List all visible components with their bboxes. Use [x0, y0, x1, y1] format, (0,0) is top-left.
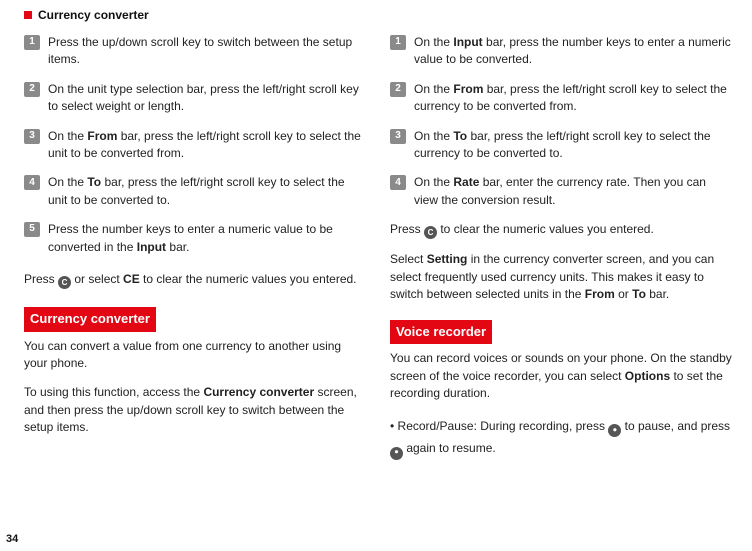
- text-bold: To: [632, 287, 646, 301]
- text-run: To using this function, access the: [24, 385, 203, 399]
- clear-paragraph: Press C to clear the numeric values you …: [390, 221, 732, 239]
- step-number-icon: 5: [24, 222, 40, 237]
- step-number-icon: 1: [390, 35, 406, 50]
- step-text: On the To bar, press the left/right scro…: [414, 128, 732, 163]
- page-number: 34: [6, 533, 18, 545]
- left-column: 1 Press the up/down scroll key to switch…: [24, 34, 366, 472]
- section-paragraph: You can convert a value from one currenc…: [24, 338, 366, 373]
- step-number-icon: 1: [24, 35, 40, 50]
- step-item: 3 On the From bar, press the left/right …: [24, 128, 366, 163]
- header-title: Currency converter: [38, 8, 149, 22]
- step-text: On the To bar, press the left/right scro…: [48, 174, 366, 209]
- step-number-icon: 2: [390, 82, 406, 97]
- step-number-icon: 4: [24, 175, 40, 190]
- record-key-icon: ⏺: [390, 447, 403, 460]
- section-paragraph: To using this function, access the Curre…: [24, 384, 366, 436]
- text-run: Press: [24, 272, 58, 286]
- text-run: On the: [414, 175, 453, 189]
- text-run: bar.: [166, 240, 189, 254]
- step-item: 5 Press the number keys to enter a numer…: [24, 221, 366, 256]
- step-text: On the unit type selection bar, press th…: [48, 81, 366, 116]
- text-bold: Setting: [427, 252, 468, 266]
- text-run: On the: [414, 129, 453, 143]
- columns: 1 Press the up/down scroll key to switch…: [24, 34, 732, 472]
- step-number-icon: 3: [24, 129, 40, 144]
- header-square-icon: [24, 11, 32, 19]
- text-run: again to resume.: [403, 441, 496, 455]
- step-item: 4 On the Rate bar, enter the currency ra…: [390, 174, 732, 209]
- section-heading-currency-converter: Currency converter: [24, 307, 156, 332]
- text-bold: Rate: [453, 175, 479, 189]
- step-text: On the From bar, press the left/right sc…: [414, 81, 732, 116]
- clear-paragraph: Press C or select CE to clear the numeri…: [24, 268, 366, 291]
- text-bold: Input: [137, 240, 166, 254]
- clear-key-icon: C: [58, 276, 71, 289]
- step-text: Press the number keys to enter a numeric…: [48, 221, 366, 256]
- step-item: 2 On the unit type selection bar, press …: [24, 81, 366, 116]
- clear-key-icon: C: [424, 226, 437, 239]
- setting-paragraph: Select Setting in the currency converter…: [390, 251, 732, 303]
- step-number-icon: 3: [390, 129, 406, 144]
- text-run: Press: [390, 222, 424, 236]
- text-run: Press the number keys to enter a numeric…: [48, 222, 333, 253]
- step-number-icon: 4: [390, 175, 406, 190]
- record-key-icon: ⏺: [608, 424, 621, 437]
- text-bold: CE: [123, 272, 140, 286]
- step-text: On the Input bar, press the number keys …: [414, 34, 732, 69]
- text-run: or select: [71, 272, 123, 286]
- text-bold: From: [87, 129, 117, 143]
- text-run: Select: [390, 252, 427, 266]
- text-bold: To: [453, 129, 467, 143]
- text-bold: From: [453, 82, 483, 96]
- step-item: 4 On the To bar, press the left/right sc…: [24, 174, 366, 209]
- text-run: or: [615, 287, 632, 301]
- text-run: bar.: [646, 287, 669, 301]
- page-header: Currency converter: [24, 8, 732, 22]
- text-run: to clear the numeric values you entered.: [140, 272, 357, 286]
- bullet-item: • Record/Pause: During recording, press …: [390, 415, 732, 461]
- text-run: to clear the numeric values you entered.: [437, 222, 654, 236]
- step-text: Press the up/down scroll key to switch b…: [48, 34, 366, 69]
- step-item: 1 On the Input bar, press the number key…: [390, 34, 732, 69]
- text-run: • Record/Pause: During recording, press: [390, 419, 608, 433]
- text-run: On the: [48, 175, 87, 189]
- step-item: 1 Press the up/down scroll key to switch…: [24, 34, 366, 69]
- step-item: 2 On the From bar, press the left/right …: [390, 81, 732, 116]
- text-bold: To: [87, 175, 101, 189]
- text-bold: Options: [625, 369, 670, 383]
- step-number-icon: 2: [24, 82, 40, 97]
- text-run: On the: [48, 129, 87, 143]
- section-paragraph: You can record voices or sounds on your …: [390, 350, 732, 402]
- text-run: On the: [414, 82, 453, 96]
- text-run: On the: [414, 35, 453, 49]
- section-heading-voice-recorder: Voice recorder: [390, 320, 492, 345]
- step-text: On the From bar, press the left/right sc…: [48, 128, 366, 163]
- step-text: On the Rate bar, enter the currency rate…: [414, 174, 732, 209]
- step-item: 3 On the To bar, press the left/right sc…: [390, 128, 732, 163]
- right-column: 1 On the Input bar, press the number key…: [390, 34, 732, 472]
- text-bold: From: [585, 287, 615, 301]
- text-bold: Input: [453, 35, 482, 49]
- text-run: to pause, and press: [621, 419, 730, 433]
- text-bold: Currency con­verter: [203, 385, 314, 399]
